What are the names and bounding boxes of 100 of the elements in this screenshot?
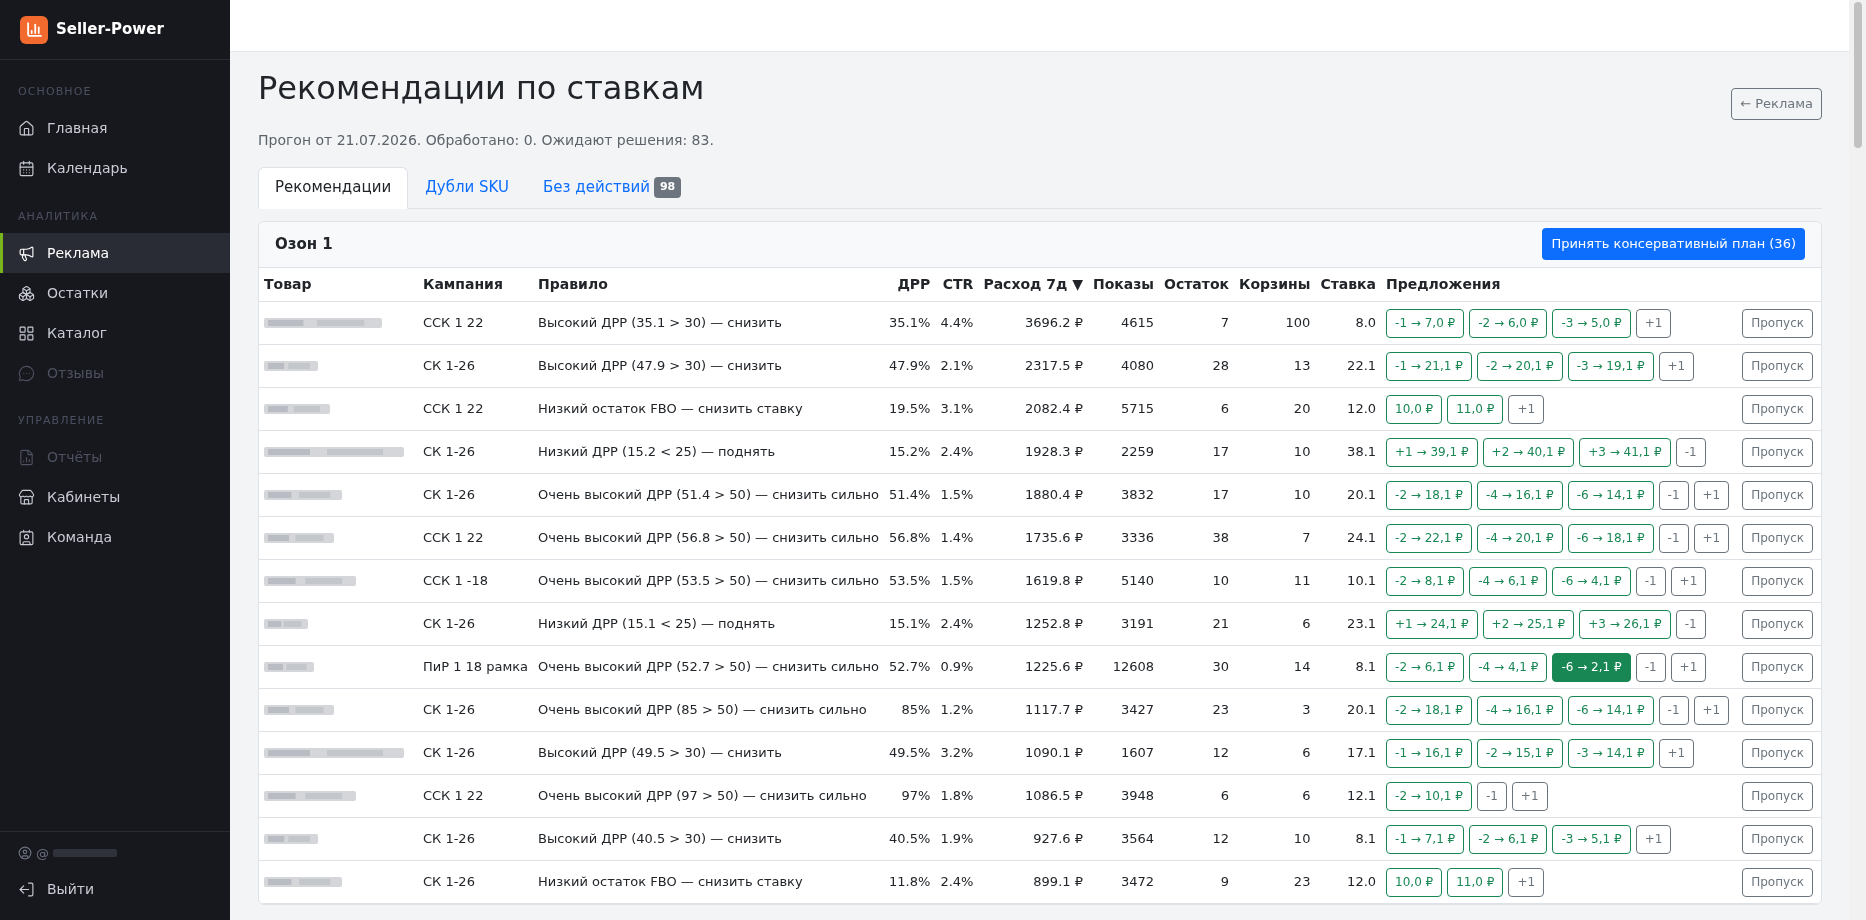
skip-button[interactable]: Пропуск <box>1742 695 1813 725</box>
bid-suggestion-button[interactable]: 11,0 ₽ <box>1447 867 1504 897</box>
skip-button[interactable]: Пропуск <box>1742 781 1813 811</box>
table-cell: 10 <box>1234 430 1316 474</box>
bid-suggestion-button[interactable]: +1 <box>1658 351 1695 381</box>
bid-suggestion-button[interactable]: 11,0 ₽ <box>1447 394 1504 424</box>
bid-suggestion-button[interactable]: +3 → 41,1 ₽ <box>1579 437 1671 467</box>
bid-suggestion-button[interactable]: -3 → 19,1 ₽ <box>1567 351 1654 381</box>
bid-suggestion-button[interactable]: -1 <box>1635 566 1666 596</box>
skip-button[interactable]: Пропуск <box>1742 351 1813 381</box>
table-cell: 1.8% <box>935 774 979 818</box>
skip-button[interactable]: Пропуск <box>1742 394 1813 424</box>
bid-suggestion-button[interactable]: -6 → 14,1 ₽ <box>1567 480 1654 510</box>
bid-suggestion-button[interactable]: -2 → 22,1 ₽ <box>1386 523 1472 553</box>
accept-plan-button[interactable]: Принять консервативный план (36) <box>1542 228 1805 260</box>
bid-suggestion-button[interactable]: -1 <box>1635 652 1666 682</box>
bid-suggestion-button[interactable]: -4 → 20,1 ₽ <box>1476 523 1563 553</box>
table-cell: 3336 <box>1087 516 1160 560</box>
bid-suggestion-button[interactable]: +1 <box>1693 480 1730 510</box>
bid-suggestion-button[interactable]: -6 → 18,1 ₽ <box>1567 523 1654 553</box>
sidebar-item[interactable]: Каталог <box>0 313 230 353</box>
bid-suggestion-button[interactable]: -2 → 15,1 ₽ <box>1476 738 1563 768</box>
bid-suggestion-button[interactable]: -2 → 8,1 ₽ <box>1386 566 1465 596</box>
sidebar-item[interactable]: Календарь <box>0 148 230 189</box>
bid-suggestion-button[interactable]: +1 <box>1658 738 1695 768</box>
sidebar-item[interactable]: Остатки <box>0 273 230 313</box>
table-cell: 1.5% <box>935 559 979 603</box>
tab[interactable]: Без действий 98 <box>526 166 699 209</box>
bid-suggestion-button[interactable]: +2 → 40,1 ₽ <box>1482 437 1575 467</box>
tab[interactable]: Рекомендации <box>258 166 409 209</box>
bid-suggestion-button[interactable]: -1 <box>1675 437 1706 467</box>
bid-suggestion-button[interactable]: -1 → 21,1 ₽ <box>1386 351 1472 381</box>
skip-button[interactable]: Пропуск <box>1742 566 1813 596</box>
bid-suggestion-button[interactable]: -2 → 6,1 ₽ <box>1386 652 1465 682</box>
bid-suggestion-button[interactable]: +3 → 26,1 ₽ <box>1579 609 1671 639</box>
sidebar-item[interactable]: Главная <box>0 108 230 149</box>
bid-suggestion-button[interactable]: -4 → 4,1 ₽ <box>1469 652 1548 682</box>
bid-suggestion-button[interactable]: +1 <box>1693 523 1730 553</box>
bid-suggestion-button[interactable]: -2 → 18,1 ₽ <box>1386 480 1472 510</box>
bid-suggestion-button[interactable]: -3 → 5,0 ₽ <box>1552 308 1631 338</box>
sidebar-item[interactable]: Реклама <box>0 233 230 273</box>
bid-suggestion-button[interactable]: +1 <box>1693 695 1730 725</box>
logout-link[interactable]: Выйти <box>18 879 212 900</box>
bid-suggestion-button[interactable]: -6 → 2,1 ₽ <box>1552 652 1631 682</box>
skip-button[interactable]: Пропуск <box>1742 738 1813 768</box>
skip-button[interactable]: Пропуск <box>1742 652 1813 682</box>
table-cell: 2317.5 ₽ <box>978 344 1088 388</box>
skip-button[interactable]: Пропуск <box>1742 308 1813 338</box>
bid-suggestion-button[interactable]: -1 <box>1476 781 1507 811</box>
bid-suggestion-button[interactable]: -1 <box>1658 695 1689 725</box>
table-cell: 4080 <box>1087 344 1160 388</box>
bid-suggestion-button[interactable]: +1 → 24,1 ₽ <box>1386 609 1478 639</box>
column-header[interactable]: Расход 7д ▼ <box>978 267 1088 302</box>
bid-suggestion-button[interactable]: +1 <box>1508 867 1545 897</box>
section-title: АНАЛИТИКА <box>17 208 99 225</box>
scrollbar[interactable] <box>1849 0 1866 920</box>
skip-button[interactable]: Пропуск <box>1742 437 1813 467</box>
sidebar-item[interactable]: Команда <box>0 517 230 558</box>
table-cell: 20 <box>1234 387 1316 431</box>
bid-suggestion-button[interactable]: +1 <box>1670 566 1707 596</box>
bid-suggestion-button[interactable]: -1 → 7,0 ₽ <box>1386 308 1465 338</box>
skip-button[interactable]: Пропуск <box>1742 867 1813 897</box>
table-cell: 8.0 <box>1315 301 1382 345</box>
skip-button[interactable]: Пропуск <box>1742 609 1813 639</box>
bid-suggestion-button[interactable]: -2 → 20,1 ₽ <box>1476 351 1563 381</box>
bid-suggestion-button[interactable]: +1 <box>1670 652 1707 682</box>
table-cell: 13 <box>1234 344 1316 388</box>
bid-suggestion-button[interactable]: 10,0 ₽ <box>1386 867 1443 897</box>
bid-suggestion-button[interactable]: +1 <box>1508 394 1545 424</box>
bid-suggestion-button[interactable]: -2 → 18,1 ₽ <box>1386 695 1472 725</box>
bid-suggestion-button[interactable]: -1 → 16,1 ₽ <box>1386 738 1472 768</box>
bid-suggestion-button[interactable]: 10,0 ₽ <box>1386 394 1443 424</box>
bid-suggestion-button[interactable]: -1 → 7,1 ₽ <box>1386 824 1465 854</box>
bid-suggestion-button[interactable]: -6 → 4,1 ₽ <box>1552 566 1631 596</box>
table-cell: СК 1-26 <box>417 430 534 474</box>
bid-suggestion-button[interactable]: -3 → 5,1 ₽ <box>1552 824 1631 854</box>
bid-suggestion-button[interactable]: +1 <box>1635 308 1672 338</box>
tab[interactable]: Дубли SKU <box>408 166 527 209</box>
table-cell: 3564 <box>1087 817 1160 861</box>
bid-suggestion-button[interactable]: +1 <box>1635 824 1672 854</box>
bid-suggestion-button[interactable]: -4 → 16,1 ₽ <box>1476 695 1563 725</box>
bid-suggestion-button[interactable]: -4 → 6,1 ₽ <box>1469 566 1548 596</box>
bid-suggestion-button[interactable]: -6 → 14,1 ₽ <box>1567 695 1654 725</box>
bid-suggestion-button[interactable]: -1 <box>1675 609 1706 639</box>
bid-suggestion-button[interactable]: +2 → 25,1 ₽ <box>1482 609 1575 639</box>
sidebar-item[interactable]: Кабинеты <box>0 477 230 518</box>
bid-suggestion-button[interactable]: +1 <box>1511 781 1548 811</box>
skip-button[interactable]: Пропуск <box>1742 480 1813 510</box>
bid-suggestion-button[interactable]: -3 → 14,1 ₽ <box>1567 738 1654 768</box>
bid-suggestion-button[interactable]: -2 → 6,1 ₽ <box>1469 824 1548 854</box>
back-button[interactable]: ← Реклама <box>1731 88 1822 120</box>
bid-suggestion-button[interactable]: -1 <box>1658 480 1689 510</box>
bid-suggestion-button[interactable]: -2 → 6,0 ₽ <box>1469 308 1548 338</box>
bid-suggestion-button[interactable]: -1 <box>1658 523 1689 553</box>
bid-suggestion-button[interactable]: -2 → 10,1 ₽ <box>1386 781 1472 811</box>
bid-suggestion-button[interactable]: -4 → 16,1 ₽ <box>1476 480 1563 510</box>
skip-button[interactable]: Пропуск <box>1742 523 1813 553</box>
bid-suggestion-button[interactable]: +1 → 39,1 ₽ <box>1386 437 1478 467</box>
skip-button[interactable]: Пропуск <box>1742 824 1813 854</box>
table-cell: 10 <box>1234 473 1316 517</box>
